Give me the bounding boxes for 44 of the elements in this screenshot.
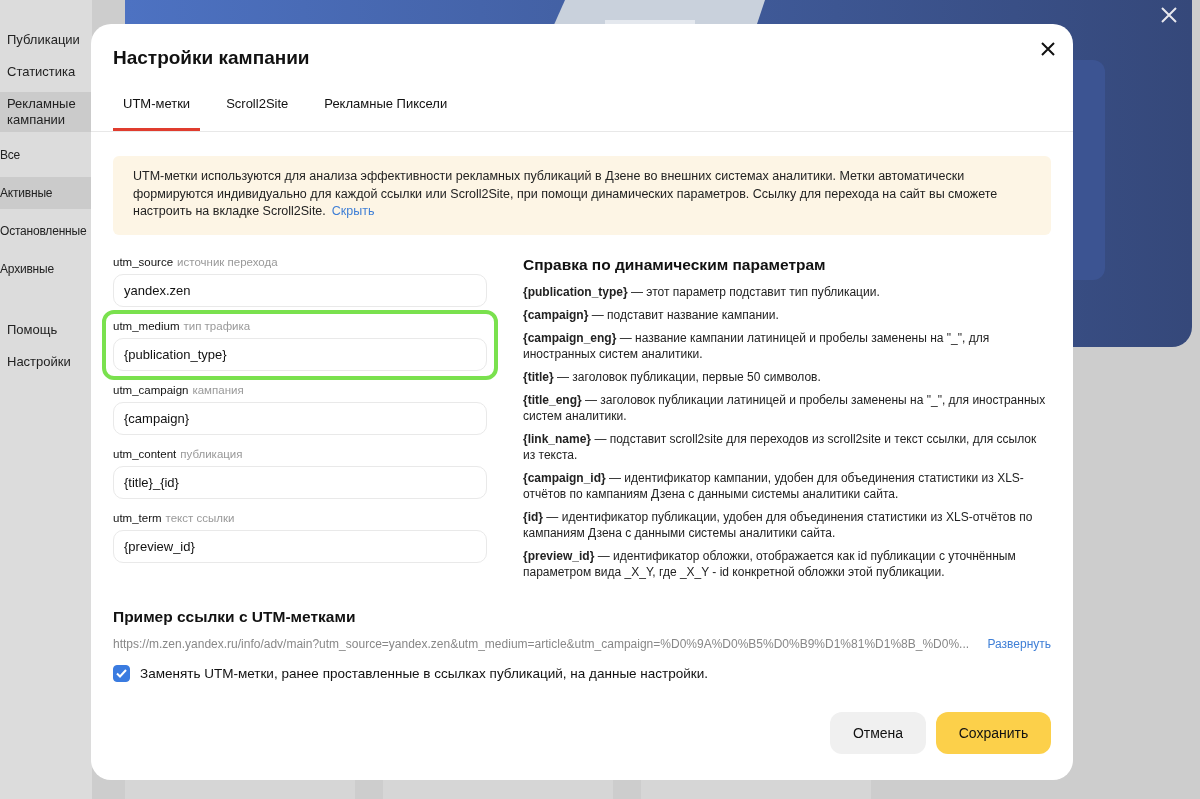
example-url: https://m.zen.yandex.ru/info/adv/main?utm_source=yandex.zen&utm_medium=article&utm_campaign=%D0%9A%D0%B5%D0%B9%D1%81%D1%8B_%D0%... [113,636,970,651]
field-label: utm_medium тип трафика [113,318,252,333]
close-icon[interactable] [1041,42,1055,56]
input-field[interactable]: {campaign} [113,401,487,435]
check-icon [116,668,127,678]
input-field[interactable]: yandex.zen [113,273,487,307]
field-label: utm_content публикация [113,446,244,461]
sidebar-item[interactable]: Помощь [0,318,92,342]
field-label: utm_campaign кампания [113,382,245,397]
help-text: {id} — идентификатор публикации, удобен для объединения статистики из XLS-отчётов по кампаниям Дзена с данными системы аналитики сайта. [523,508,1034,541]
sidebar-item[interactable]: Статистика [0,60,92,84]
input-field[interactable]: {publication_type} [113,337,487,371]
help-text: {preview_id} — идентификатор обложки, отображается как id публикации с уточнённым параметром вида _X_Y, где _X_Y - id конкретной обложки этой публикации. [523,547,1017,580]
tab[interactable]: UTM-метки [113,96,201,131]
tab[interactable]: Scroll2Site [216,96,299,131]
sidebar-item[interactable]: Архивные [0,253,92,285]
expand-link[interactable]: Развернуть [987,636,1051,651]
dialog-title: Настройки кампании [113,46,310,70]
sidebar-item[interactable]: Активные [0,177,92,209]
sidebar-item[interactable]: Остановленные [0,215,92,247]
help-text: {campaign} — подставит название кампании. [523,306,780,323]
hide-link[interactable]: Скрыть [331,204,375,218]
checkbox[interactable] [113,664,130,682]
input-field[interactable]: {preview_id} [113,529,487,563]
sidebar-item[interactable]: Публикации [0,28,92,52]
save-button[interactable]: Сохранить [936,711,1051,754]
checkbox-label: Заменять UTM-метки, ранее проставленные в ссылках публикаций, на данные настройки. [140,665,708,681]
help-text: {publication_type} — этот параметр подставит тип публикации. [523,283,881,300]
sidebar-item[interactable]: Все [0,139,92,171]
field-label: utm_term текст ссылки [113,510,236,525]
field-label: utm_source источник перехода [113,254,279,269]
sidebar-item[interactable]: Рекламные кампании [0,92,92,132]
section-title: Пример ссылки с UTM-метками [113,606,357,627]
tab[interactable]: Рекламные Пиксели [314,96,458,131]
help-text: {campaign_eng} — название кампании латиницей и пробелы заменены на "_", для иностранных систем аналитики. [523,329,991,362]
input-field[interactable]: {title}_{id} [113,465,487,499]
help-text: {campaign_id} — идентификатор кампании, удобен для объединения статистики из XLS-отчётов по кампаниям Дзена с данными системы аналитики сайта. [523,469,1025,502]
help-title: Справка по динамическим параметрам [523,254,827,275]
sidebar-item[interactable]: Настройки [0,350,92,374]
help-text: {title_eng} — заголовок публикации латиницей и пробелы заменены на "_", для иностранных систем аналитики. [523,391,1047,424]
cancel-button[interactable]: Отмена [830,711,926,754]
help-text: {link_name} — подставит scroll2site для переходов из scroll2site и текст ссылки, для ссылок из текста. [523,430,1038,463]
info-notice: UTM-метки используются для анализа эффективности рекламных публикаций в Дзене во внешних системах аналитики. Метки автоматически формируются индивидуально для каждой ссылки или Scroll2Site, при помощи динамических параметров. Ссылку для перехода на сайт вы сможете настроить на вкладке Scroll2Site. Скрыть [113,156,1051,235]
help-text: {title} — заголовок публикации, первые 50 символов. [523,368,822,385]
